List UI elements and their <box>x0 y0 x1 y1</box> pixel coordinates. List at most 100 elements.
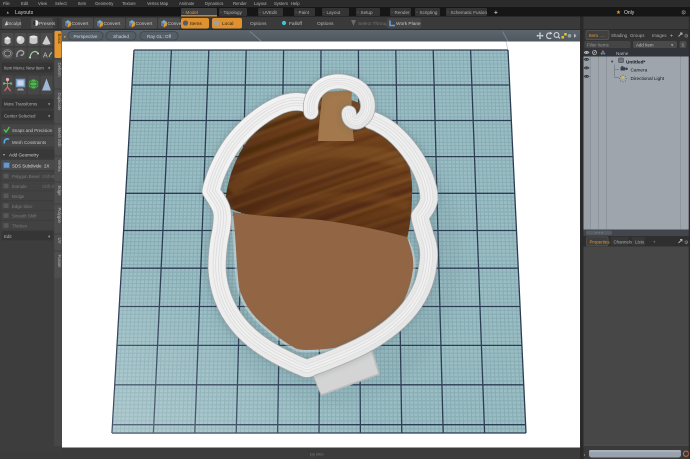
svg-text:Shaded: Shaded <box>113 34 129 39</box>
svg-text:Mesh Constraints: Mesh Constraints <box>12 140 47 145</box>
svg-text:Only: Only <box>624 10 635 16</box>
svg-text:Layout: Layout <box>254 1 267 6</box>
svg-text:+: + <box>259 11 261 15</box>
svg-text:+: + <box>323 11 325 15</box>
svg-text:Dynamics: Dynamics <box>205 1 223 6</box>
svg-text:File: File <box>3 1 10 6</box>
svg-text:Name: Name <box>616 51 629 56</box>
svg-text:Options: Options <box>250 21 267 27</box>
svg-text:Item: Item <box>589 33 598 38</box>
svg-text:Polygon Bevel: Polygon Bevel <box>12 174 40 179</box>
svg-text:Geometry: Geometry <box>95 1 114 6</box>
svg-text:+: + <box>670 34 673 40</box>
svg-text:Select Through: Select Through <box>358 21 391 27</box>
svg-text:Render: Render <box>395 10 411 15</box>
svg-text:UV: UV <box>57 238 62 244</box>
svg-text:+: + <box>447 11 449 15</box>
svg-text:2X: 2X <box>44 164 49 169</box>
svg-text:Add Geometry: Add Geometry <box>9 152 39 157</box>
svg-text:A: A <box>43 53 48 60</box>
svg-text:Select: Select <box>55 1 67 6</box>
svg-text:Camera: Camera <box>631 68 648 73</box>
svg-text:Paint: Paint <box>299 10 310 15</box>
svg-text:Vertex: Vertex <box>57 160 62 173</box>
svg-text:Images: Images <box>652 33 667 38</box>
svg-text:Ray GL: Off: Ray GL: Off <box>147 34 172 39</box>
svg-text:Mesh Edit: Mesh Edit <box>57 128 62 148</box>
svg-text:▲: ▲ <box>6 11 10 15</box>
svg-text:Fusion: Fusion <box>57 255 62 269</box>
svg-text:⚙: ⚙ <box>681 10 686 17</box>
svg-text:Groups: Groups <box>630 33 645 38</box>
svg-text:Convert: Convert <box>104 21 121 27</box>
svg-text:Extrude: Extrude <box>12 184 27 189</box>
svg-text:Basic: Basic <box>57 34 62 45</box>
svg-text:Smooth Shift: Smooth Shift <box>12 214 37 219</box>
svg-text:+: + <box>391 11 393 15</box>
svg-text:Untitled*: Untitled* <box>626 59 645 64</box>
svg-text:Polygon: Polygon <box>57 208 62 224</box>
svg-text:Vertex Map: Vertex Map <box>147 1 169 6</box>
svg-text:Item Menu: New Item: Item Menu: New Item <box>4 66 44 71</box>
svg-text:Channels: Channels <box>614 240 633 245</box>
svg-text:›: › <box>584 453 586 459</box>
svg-text:Properties: Properties <box>590 240 611 245</box>
svg-text:S: S <box>682 42 685 47</box>
svg-text:Convert: Convert <box>72 21 89 27</box>
svg-text:Items: Items <box>190 21 202 27</box>
svg-text:Presets: Presets <box>39 21 56 27</box>
svg-text:Edge: Edge <box>57 186 62 197</box>
svg-text:UVEdit: UVEdit <box>263 10 278 15</box>
svg-text:▾: ▾ <box>3 152 5 157</box>
svg-text:Model: Model <box>186 10 199 15</box>
svg-text:+: + <box>494 10 498 17</box>
svg-text:+: + <box>220 11 222 15</box>
svg-text:⚙: ⚙ <box>684 240 689 246</box>
svg-text:Deform: Deform <box>57 63 62 78</box>
svg-text:(xy info): (xy info) <box>310 453 324 457</box>
svg-text:Sculpt: Sculpt <box>8 21 22 27</box>
svg-text:Add Item: Add Item <box>636 42 654 47</box>
svg-text:Help: Help <box>291 1 300 6</box>
svg-text:★: ★ <box>616 9 621 16</box>
svg-text:Edge Slice: Edge Slice <box>12 204 33 209</box>
svg-text:Convert: Convert <box>136 21 153 27</box>
svg-text:More Transforms: More Transforms <box>4 102 38 107</box>
svg-text:Topology: Topology <box>224 10 243 15</box>
svg-text:+: + <box>357 11 359 15</box>
svg-text:Duplicate: Duplicate <box>57 93 62 112</box>
svg-text:Texture: Texture <box>122 1 136 6</box>
svg-text:Layout: Layout <box>327 10 342 15</box>
svg-text:SDS Subdivide: SDS Subdivide <box>12 164 42 169</box>
svg-text:System: System <box>274 1 288 6</box>
svg-text:Shift-B: Shift-B <box>42 174 55 179</box>
svg-text:+: + <box>182 11 184 15</box>
svg-text:Bridge: Bridge <box>12 194 25 199</box>
svg-text:Local: Local <box>222 21 233 27</box>
svg-text:Falloff: Falloff <box>289 21 303 27</box>
svg-text:Edit: Edit <box>21 1 29 6</box>
svg-text:Layouts: Layouts <box>15 10 34 16</box>
svg-text:⚙: ⚙ <box>684 34 689 40</box>
svg-text:View: View <box>38 1 48 6</box>
svg-text:+: + <box>416 11 418 15</box>
svg-text:Work Plane: Work Plane <box>396 21 421 27</box>
svg-text:Perspective: Perspective <box>73 34 97 39</box>
svg-text:Scripting: Scripting <box>420 10 438 15</box>
svg-text:Setup: Setup <box>361 10 373 15</box>
svg-text:Center Selected: Center Selected <box>4 114 36 119</box>
svg-text:Thicken: Thicken <box>12 224 28 229</box>
svg-text:Schematic Fusion: Schematic Fusion <box>451 10 488 15</box>
svg-text:Snaps and Precision: Snaps and Precision <box>12 128 53 133</box>
svg-text:Edit: Edit <box>4 234 12 239</box>
svg-text:Lists: Lists <box>635 240 645 245</box>
svg-text:Options: Options <box>317 21 334 27</box>
svg-text:Directional Light: Directional Light <box>631 76 665 81</box>
svg-text:Filter Items: Filter Items <box>587 42 610 47</box>
svg-text:Shading: Shading <box>611 33 628 38</box>
svg-text:Animate: Animate <box>179 1 195 6</box>
svg-text:Render: Render <box>233 1 247 6</box>
svg-text:Shift-X: Shift-X <box>42 184 55 189</box>
svg-text:...: ... <box>601 33 605 38</box>
svg-text:+: + <box>295 11 297 15</box>
